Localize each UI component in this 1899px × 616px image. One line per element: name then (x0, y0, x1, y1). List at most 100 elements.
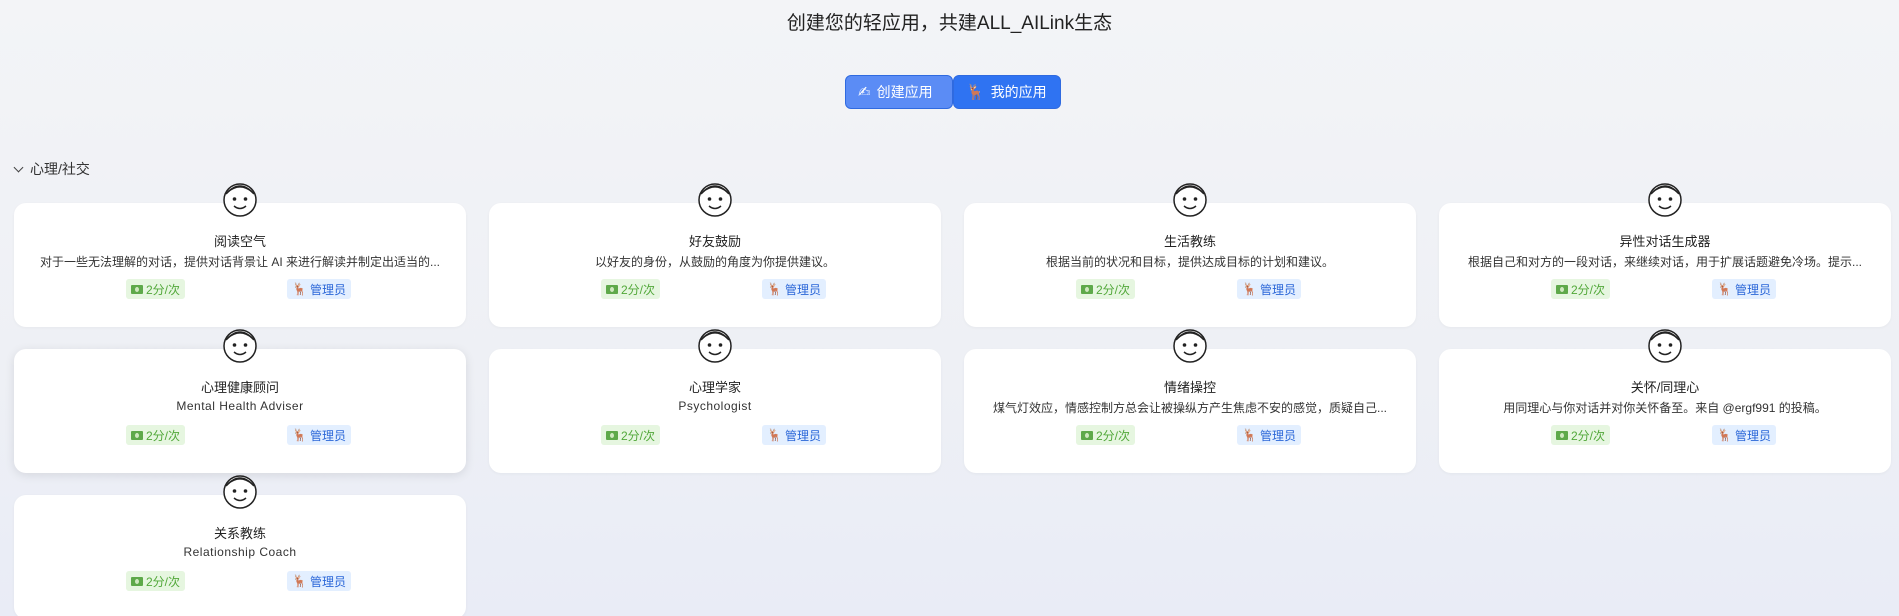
owner-badge: 🦌 管理员 (762, 425, 826, 445)
app-card[interactable]: 好友鼓励 以好友的身份，从鼓励的角度为你提供建议。 2分/次 🦌 管理员 (489, 178, 941, 327)
app-name: 阅读空气 (213, 234, 266, 249)
deer-icon: 🦌 (767, 282, 782, 296)
price-text: 2分/次 (146, 574, 181, 589)
app-card[interactable]: 阅读空气 对于一些无法理解的对话，提供对话背景让 AI 来进行解读并制定出适当的… (14, 178, 466, 327)
section-header-psychology[interactable]: 心理/社交 (14, 159, 90, 179)
money-icon (131, 576, 143, 586)
deer-icon: 🦌 (1242, 282, 1257, 296)
deer-icon: 🦌 (292, 282, 307, 296)
deer-icon: 🦌 (767, 428, 782, 442)
owner-badge: 🦌 管理员 (1712, 425, 1776, 445)
price-text: 2分/次 (621, 428, 656, 443)
money-icon (1081, 284, 1093, 294)
deer-icon: 🦌 (966, 84, 985, 101)
app-card[interactable]: 心理健康顾问 Mental Health Adviser 2分/次 🦌 管理员 (14, 324, 466, 473)
smiley-avatar-icon (1648, 329, 1682, 363)
app-card[interactable]: 心理学家 Psychologist 2分/次 🦌 管理员 (489, 324, 941, 473)
owner-badge: 🦌 管理员 (287, 279, 351, 299)
app-card[interactable]: 情绪操控 煤气灯效应，情感控制方总会让被操纵方产生焦虑不安的感觉，质疑自己...… (964, 324, 1416, 473)
smiley-avatar-icon (223, 183, 257, 217)
app-name: 关系教练 (213, 526, 266, 541)
app-name: 关怀/同理心 (1630, 380, 1700, 395)
smiley-avatar-icon (698, 183, 732, 217)
price-text: 2分/次 (146, 282, 181, 297)
app-description: Relationship Coach (183, 545, 297, 559)
money-icon (1556, 284, 1568, 294)
price-text: 2分/次 (621, 282, 656, 297)
price-badge: 2分/次 (1076, 279, 1136, 299)
app-name: 心理健康顾问 (200, 380, 279, 395)
money-icon (1081, 430, 1093, 440)
money-icon (606, 430, 618, 440)
smiley-avatar-icon (1173, 329, 1207, 363)
app-description: Mental Health Adviser (176, 399, 304, 413)
price-text: 2分/次 (146, 428, 181, 443)
money-icon (131, 430, 143, 440)
price-text: 2分/次 (1571, 282, 1606, 297)
writing-hand-icon: ✍ (858, 84, 871, 101)
app-card[interactable]: 异性对话生成器 根据自己和对方的一段对话，来继续对话，用于扩展话题避免冷场。提示… (1439, 178, 1891, 327)
app-card[interactable]: 关怀/同理心 用同理心与你对话并对你关怀备至。来自 @ergf991 的投稿。 … (1439, 324, 1891, 473)
app-name: 生活教练 (1163, 234, 1216, 249)
price-badge: 2分/次 (126, 425, 186, 445)
owner-badge: 🦌 管理员 (287, 571, 351, 591)
smiley-avatar-icon (698, 329, 732, 363)
price-badge: 2分/次 (126, 571, 186, 591)
money-icon (131, 284, 143, 294)
owner-badge: 🦌 管理员 (1712, 279, 1776, 299)
app-card[interactable]: 生活教练 根据当前的状况和目标，提供达成目标的计划和建议。 2分/次 🦌 管理员 (964, 178, 1416, 327)
owner-text: 管理员 (1734, 282, 1771, 297)
owner-text: 管理员 (784, 282, 821, 297)
deer-icon: 🦌 (1717, 428, 1732, 442)
price-badge: 2分/次 (126, 279, 186, 299)
create-app-label: 创建应用 (876, 84, 933, 100)
app-card[interactable]: 关系教练 Relationship Coach 2分/次 🦌 管理员 (14, 470, 466, 616)
app-description: 对于一些无法理解的对话，提供对话背景让 AI 来进行解读并制定出适当的... (39, 255, 440, 269)
smiley-avatar-icon (1648, 183, 1682, 217)
price-badge: 2分/次 (1551, 279, 1611, 299)
app-name: 情绪操控 (1163, 380, 1216, 395)
price-badge: 2分/次 (601, 279, 661, 299)
app-description: 用同理心与你对话并对你关怀备至。来自 @ergf991 的投稿。 (1503, 401, 1827, 415)
deer-icon: 🦌 (1242, 428, 1257, 442)
app-name: 好友鼓励 (688, 234, 741, 249)
app-description: Psychologist (678, 399, 752, 413)
deer-icon: 🦌 (1717, 282, 1732, 296)
owner-badge: 🦌 管理员 (287, 425, 351, 445)
smiley-avatar-icon (223, 329, 257, 363)
owner-text: 管理员 (309, 574, 346, 589)
price-text: 2分/次 (1096, 282, 1131, 297)
owner-text: 管理员 (784, 428, 821, 443)
app-description: 根据当前的状况和目标，提供达成目标的计划和建议。 (1045, 255, 1334, 269)
app-description: 根据自己和对方的一段对话，来继续对话，用于扩展话题避免冷场。提示... (1467, 255, 1862, 269)
my-apps-button[interactable]: 🦌 我的应用 (953, 75, 1061, 109)
my-apps-label: 我的应用 (990, 84, 1047, 100)
chevron-down-icon (14, 164, 24, 174)
owner-text: 管理员 (1259, 282, 1296, 297)
price-badge: 2分/次 (1551, 425, 1611, 445)
app-name: 心理学家 (688, 380, 741, 395)
owner-badge: 🦌 管理员 (762, 279, 826, 299)
owner-text: 管理员 (1734, 428, 1771, 443)
page-title: 创建您的轻应用，共建ALL_AILink生态 (786, 13, 1113, 34)
app-description: 以好友的身份，从鼓励的角度为你提供建议。 (594, 255, 835, 269)
owner-badge: 🦌 管理员 (1237, 279, 1301, 299)
price-text: 2分/次 (1096, 428, 1131, 443)
app-name: 异性对话生成器 (1619, 234, 1711, 249)
owner-text: 管理员 (309, 282, 346, 297)
price-badge: 2分/次 (601, 425, 661, 445)
deer-icon: 🦌 (292, 428, 307, 442)
smiley-avatar-icon (223, 475, 257, 509)
money-icon (1556, 430, 1568, 440)
deer-icon: 🦌 (292, 574, 307, 588)
money-icon (606, 284, 618, 294)
app-description: 煤气灯效应，情感控制方总会让被操纵方产生焦虑不安的感觉，质疑自己... (992, 401, 1387, 415)
price-text: 2分/次 (1571, 428, 1606, 443)
owner-text: 管理员 (1259, 428, 1296, 443)
section-title: 心理/社交 (30, 161, 90, 177)
price-badge: 2分/次 (1076, 425, 1136, 445)
top-actions: ✍ 创建应用 🦌 我的应用 (845, 75, 1061, 109)
create-app-button[interactable]: ✍ 创建应用 (845, 75, 953, 109)
smiley-avatar-icon (1173, 183, 1207, 217)
owner-text: 管理员 (309, 428, 346, 443)
